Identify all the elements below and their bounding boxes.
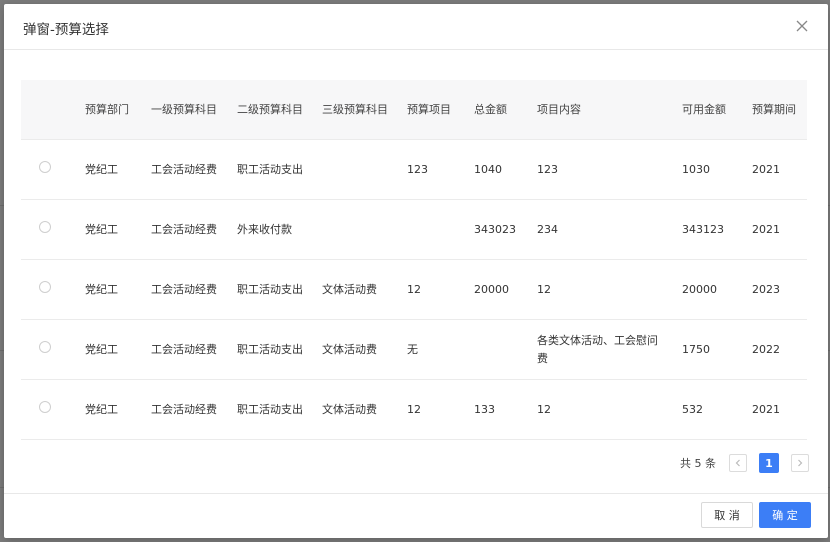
cell-total: 20000	[466, 259, 529, 320]
cell-item: 12	[399, 379, 466, 440]
column-header-period: 预算期间	[744, 80, 807, 140]
cell-content: 234	[529, 199, 674, 260]
cell-level3	[314, 199, 399, 260]
cell-level1: 工会活动经费	[143, 319, 229, 380]
cell-level1: 工会活动经费	[143, 199, 229, 260]
cell-available: 532	[674, 379, 744, 440]
cell-level3: 文体活动费	[314, 259, 399, 320]
row-select-cell	[21, 319, 77, 380]
cell-level1: 工会活动经费	[143, 379, 229, 440]
cell-available: 1750	[674, 319, 744, 380]
column-header-item: 预算项目	[399, 80, 466, 140]
row-radio[interactable]	[39, 340, 51, 353]
cell-total: 343023	[466, 199, 529, 260]
budget-select-dialog: 弹窗-预算选择 预算部门 一级预算科目 二级预算科目 三级预算科目 预算项目 总…	[4, 4, 828, 538]
dialog-header: 弹窗-预算选择	[4, 4, 828, 50]
cell-period: 2021	[744, 139, 807, 200]
column-header-level1: 一级预算科目	[143, 80, 229, 140]
table-row[interactable]: 党纪工 工会活动经费 职工活动支出 文体活动费 12 20000 12 2000…	[21, 259, 807, 320]
cell-dept: 党纪工	[77, 319, 143, 380]
pagination: 共 5 条 1	[680, 453, 809, 473]
cell-content: 12	[529, 259, 674, 320]
row-radio[interactable]	[39, 160, 51, 173]
table-row[interactable]: 党纪工 工会活动经费 职工活动支出 文体活动费 12 133 12 532 20…	[21, 379, 807, 440]
chevron-right-icon[interactable]	[791, 454, 809, 472]
cell-total: 133	[466, 379, 529, 440]
budget-table: 预算部门 一级预算科目 二级预算科目 三级预算科目 预算项目 总金额 项目内容 …	[21, 80, 807, 440]
row-radio[interactable]	[39, 220, 51, 233]
cell-item: 无	[399, 319, 466, 380]
row-select-cell	[21, 259, 77, 320]
cell-available: 343123	[674, 199, 744, 260]
page-number-current[interactable]: 1	[759, 453, 779, 473]
cell-period: 2021	[744, 379, 807, 440]
column-header-total: 总金额	[466, 80, 529, 140]
cell-level2: 外来收付款	[229, 199, 314, 260]
cell-period: 2021	[744, 199, 807, 260]
cell-level1: 工会活动经费	[143, 139, 229, 200]
pagination-total: 共 5 条	[680, 457, 716, 470]
row-select-cell	[21, 379, 77, 440]
row-radio[interactable]	[39, 400, 51, 413]
cell-item: 123	[399, 139, 466, 200]
cell-level3	[314, 139, 399, 200]
row-select-cell	[21, 199, 77, 260]
column-header-level3: 三级预算科目	[314, 80, 399, 140]
row-select-cell	[21, 139, 77, 200]
cell-total	[466, 319, 529, 380]
table-row[interactable]: 党纪工 工会活动经费 职工活动支出 123 1040 123 1030 2021	[21, 139, 807, 200]
cell-level3: 文体活动费	[314, 319, 399, 380]
cell-level3: 文体活动费	[314, 379, 399, 440]
cell-item	[399, 199, 466, 260]
column-header-content: 项目内容	[529, 80, 674, 140]
cell-available: 1030	[674, 139, 744, 200]
cell-level2: 职工活动支出	[229, 319, 314, 380]
cancel-button[interactable]: 取 消	[701, 502, 753, 528]
close-icon[interactable]	[792, 16, 812, 36]
table-header-row: 预算部门 一级预算科目 二级预算科目 三级预算科目 预算项目 总金额 项目内容 …	[21, 80, 807, 140]
cell-dept: 党纪工	[77, 259, 143, 320]
confirm-button[interactable]: 确 定	[759, 502, 811, 528]
cell-dept: 党纪工	[77, 379, 143, 440]
cell-dept: 党纪工	[77, 199, 143, 260]
cell-period: 2023	[744, 259, 807, 320]
dialog-title: 弹窗-预算选择	[23, 22, 109, 38]
cell-content: 123	[529, 139, 674, 200]
cell-period: 2022	[744, 319, 807, 380]
cell-content: 各类文体活动、工会慰问费	[529, 319, 674, 380]
cell-dept: 党纪工	[77, 139, 143, 200]
row-radio[interactable]	[39, 280, 51, 293]
column-header-dept: 预算部门	[77, 80, 143, 140]
cell-item: 12	[399, 259, 466, 320]
dialog-footer: 取 消 确 定	[4, 493, 828, 538]
cell-level2: 职工活动支出	[229, 259, 314, 320]
column-header-available: 可用金额	[674, 80, 744, 140]
cell-level2: 职工活动支出	[229, 139, 314, 200]
cell-level1: 工会活动经费	[143, 259, 229, 320]
table-row[interactable]: 党纪工 工会活动经费 职工活动支出 文体活动费 无 各类文体活动、工会慰问费 1…	[21, 319, 807, 380]
cell-level2: 职工活动支出	[229, 379, 314, 440]
cell-available: 20000	[674, 259, 744, 320]
column-header-select	[21, 80, 77, 140]
chevron-left-icon[interactable]	[729, 454, 747, 472]
cell-content: 12	[529, 379, 674, 440]
table-row[interactable]: 党纪工 工会活动经费 外来收付款 343023 234 343123 2021	[21, 199, 807, 260]
cell-total: 1040	[466, 139, 529, 200]
column-header-level2: 二级预算科目	[229, 80, 314, 140]
